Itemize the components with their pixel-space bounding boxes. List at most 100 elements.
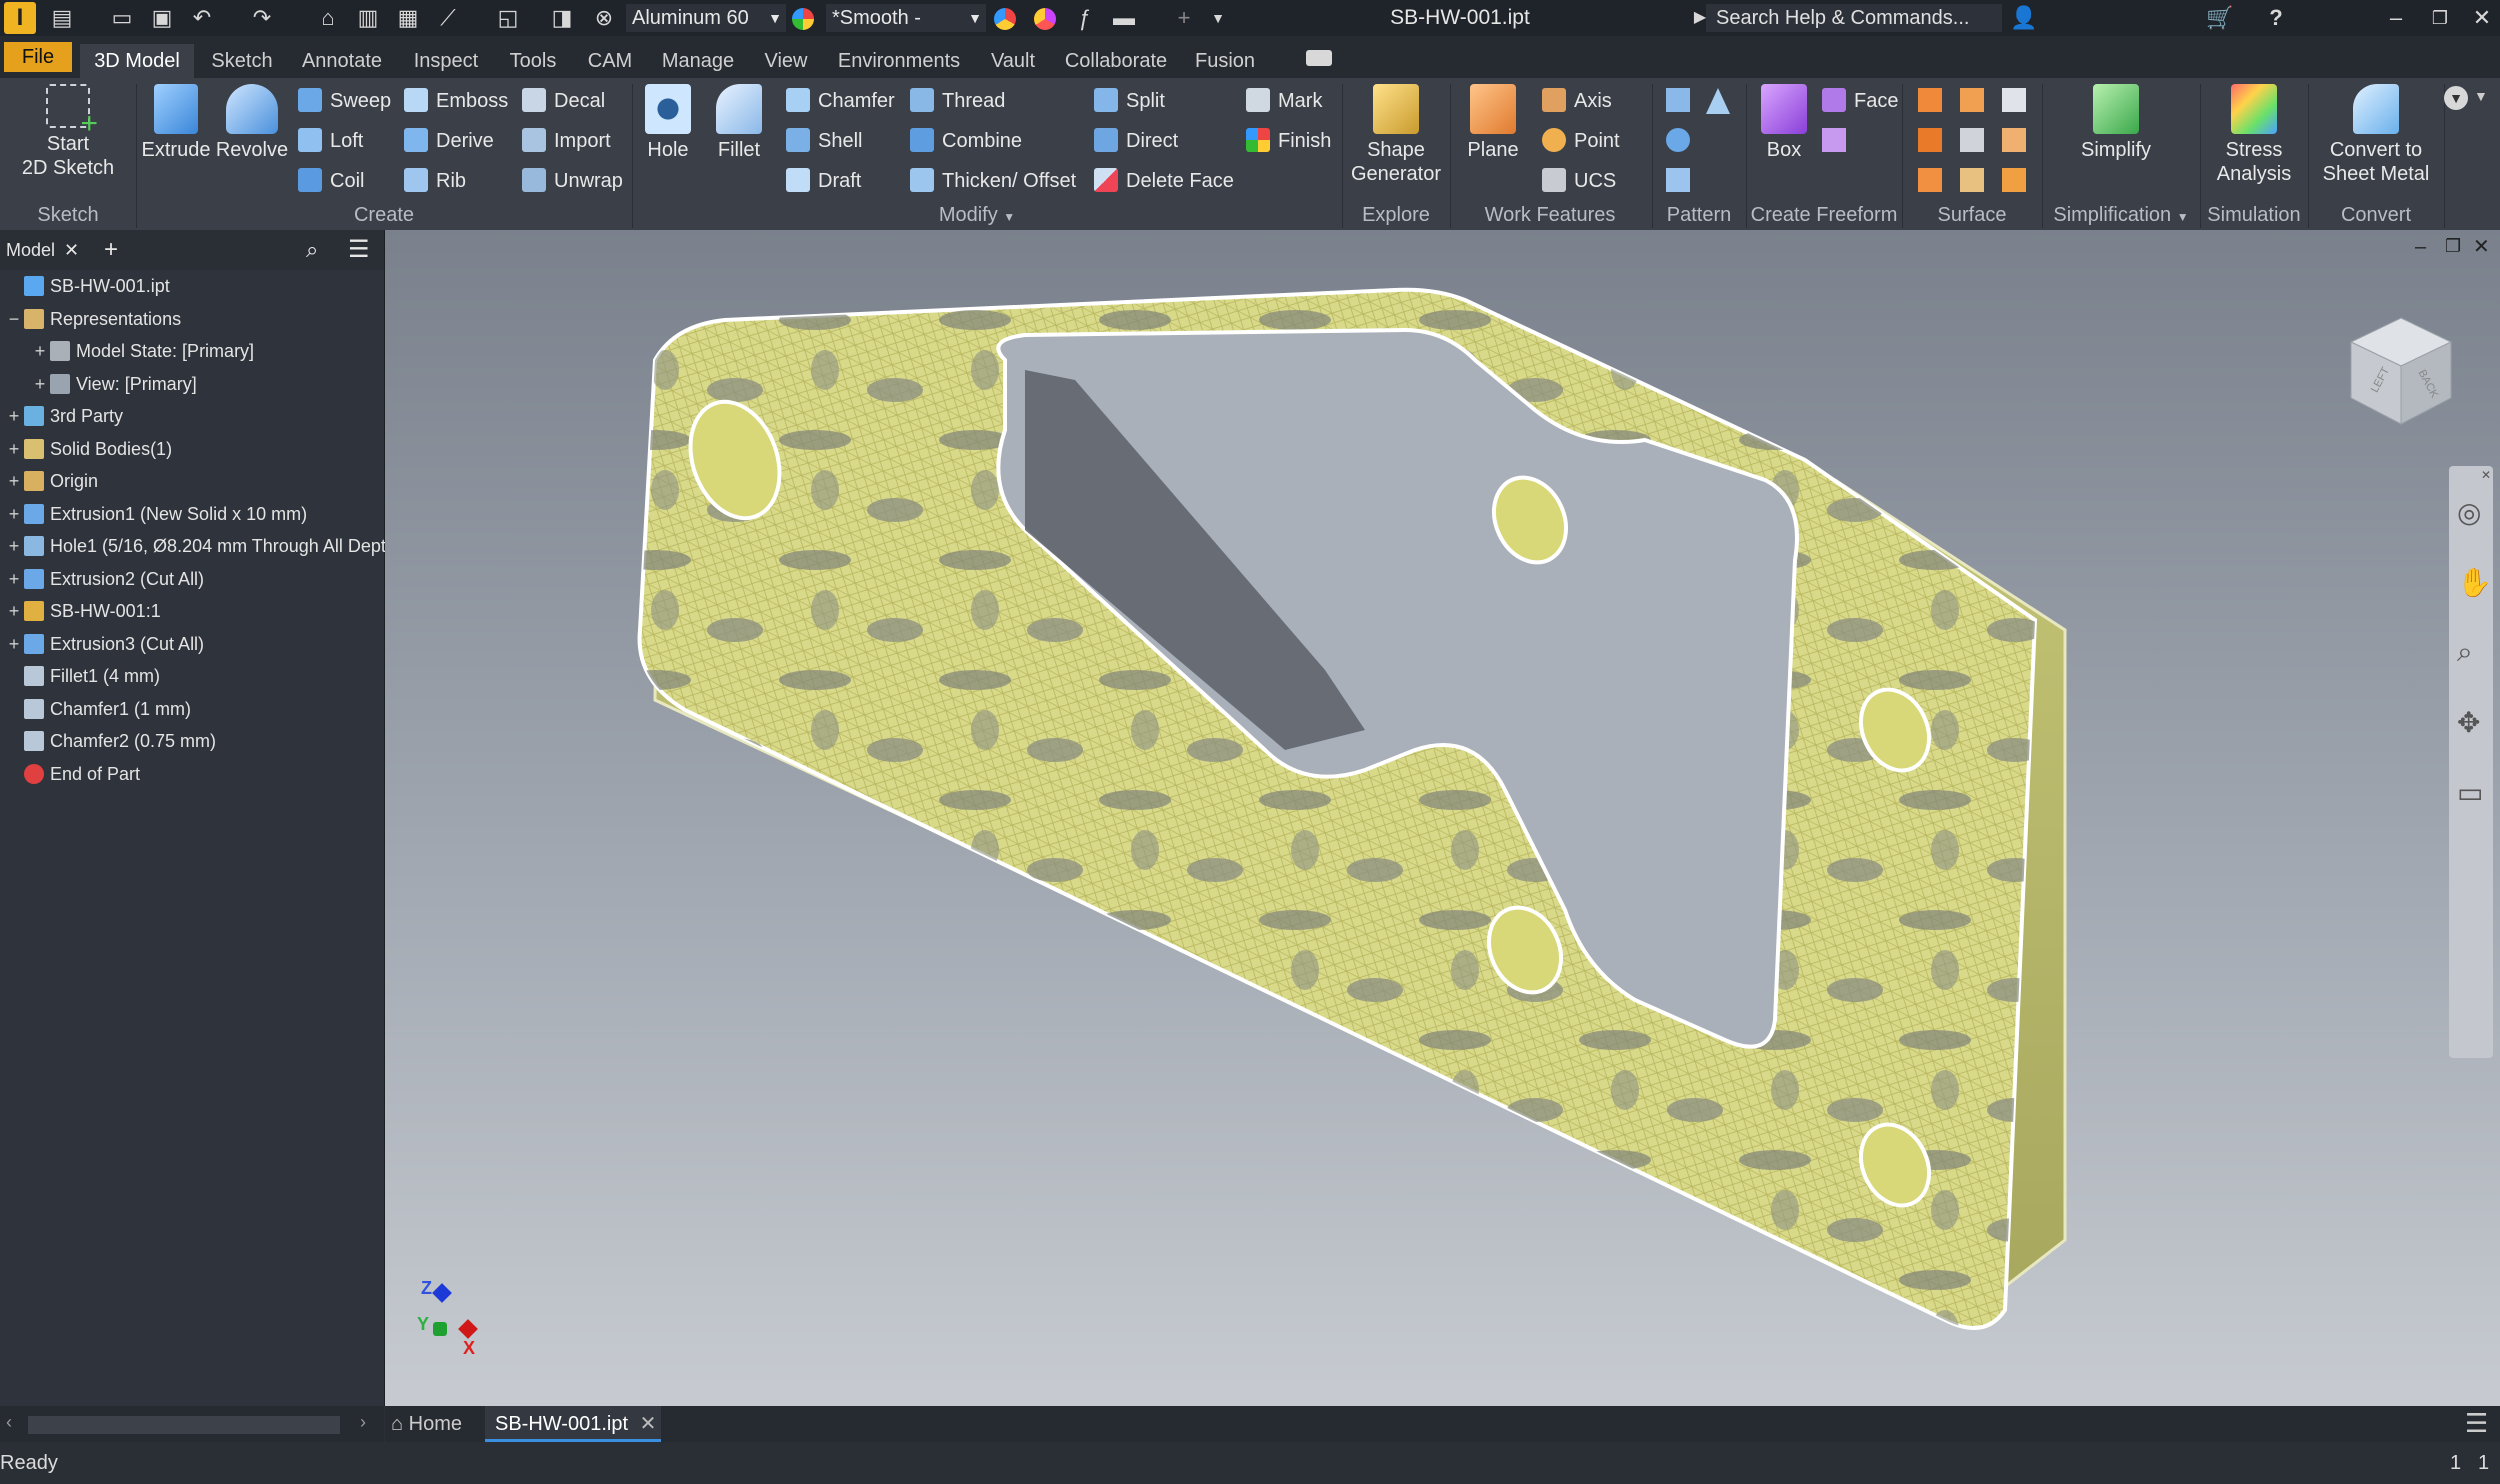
measure-tool-icon[interactable]: ▬: [1112, 6, 1136, 30]
pan-hand-icon[interactable]: ✋: [2457, 566, 2492, 599]
tab-file[interactable]: File: [4, 42, 72, 72]
sweep-button[interactable]: Sweep: [298, 84, 391, 118]
app-logo[interactable]: I: [4, 2, 36, 34]
extrude-button[interactable]: Extrude: [140, 84, 212, 162]
material-ball-icon[interactable]: ⊗: [592, 6, 616, 30]
browser-node[interactable]: + Extrusion3 (Cut All): [0, 628, 204, 660]
ribbon-display-icon[interactable]: [1306, 50, 1332, 66]
expand-icon[interactable]: +: [4, 400, 24, 432]
coil-button[interactable]: Coil: [298, 164, 364, 198]
close-icon[interactable]: ✕: [2470, 6, 2494, 30]
expand-icon[interactable]: +: [4, 563, 24, 595]
shell-button[interactable]: Shell: [786, 124, 862, 158]
convert-to-sheet-metal-button[interactable]: Convert to Sheet Metal: [2312, 84, 2440, 186]
measure-icon[interactable]: ⟋: [436, 6, 460, 30]
browser-node[interactable]: + Extrusion2 (Cut All): [0, 563, 204, 595]
split-button[interactable]: Split: [1094, 84, 1165, 118]
shape-generator-button[interactable]: Shape Generator: [1346, 84, 1446, 186]
menu-icon[interactable]: ☰: [2465, 1408, 2488, 1439]
steering-wheel-icon[interactable]: ◎: [2457, 496, 2481, 529]
restore-icon[interactable]: ❐: [2428, 6, 2452, 30]
browser-node[interactable]: + View: [Primary]: [0, 368, 197, 400]
close-icon[interactable]: ✕: [2473, 234, 2490, 259]
chamfer-button[interactable]: Chamfer: [786, 84, 895, 118]
sculpt-icon[interactable]: [1960, 88, 1984, 112]
ribbon-options-icon[interactable]: ▼: [2444, 86, 2468, 110]
scrollbar-thumb[interactable]: [28, 1416, 340, 1434]
thicken-offset-button[interactable]: Thicken/ Offset: [910, 164, 1076, 198]
freeform-face-button[interactable]: Face: [1822, 84, 1898, 118]
revolve-button[interactable]: Revolve: [214, 84, 290, 162]
graphics-viewport[interactable]: LEFT BACK – ❐ ✕ ✕ ◎ ✋ ⌕ ✥ ▭ Z Y X: [385, 230, 2500, 1406]
sketch-pattern-icon[interactable]: [1666, 168, 1690, 192]
open-folder-icon[interactable]: ▭: [110, 6, 134, 30]
view-cube[interactable]: LEFT BACK: [2345, 312, 2457, 432]
restore-icon[interactable]: ❐: [2445, 236, 2461, 257]
chevron-down-icon[interactable]: ▼: [2474, 88, 2488, 104]
orbit-icon[interactable]: ✥: [2457, 706, 2480, 739]
adjust-appearance-icon[interactable]: [994, 8, 1016, 30]
customize-chevron-icon[interactable]: ▼: [1206, 6, 1230, 30]
browser-node[interactable]: + SB-HW-001:1: [0, 595, 161, 627]
scroll-right-icon[interactable]: ›: [360, 1412, 366, 1433]
loft-button[interactable]: Loft: [298, 124, 363, 158]
expand-icon[interactable]: +: [4, 595, 24, 627]
repair-bodies-icon[interactable]: [2002, 168, 2026, 192]
close-icon[interactable]: ✕: [640, 1413, 657, 1435]
browser-node[interactable]: + Hole1 (5/16, Ø8.204 mm Through All Dept: [0, 530, 386, 562]
start-2d-sketch-button[interactable]: + Start 2D Sketch: [8, 84, 128, 180]
tab-vault[interactable]: Vault: [980, 44, 1046, 78]
tab-sketch[interactable]: Sketch: [200, 44, 284, 78]
stitch-icon[interactable]: [1918, 88, 1942, 112]
tab-inspect[interactable]: Inspect: [404, 44, 488, 78]
decal-button[interactable]: Decal: [522, 84, 605, 118]
expand-icon[interactable]: +: [30, 335, 50, 367]
browser-node[interactable]: +3rd Party: [0, 400, 123, 432]
browser-node[interactable]: End of Part: [0, 758, 140, 790]
patch-icon[interactable]: [2002, 88, 2026, 112]
point-button[interactable]: Point: [1542, 124, 1620, 158]
document-tab-active[interactable]: SB-HW-001.ipt ✕: [485, 1406, 661, 1442]
minimize-icon[interactable]: –: [2415, 236, 2426, 259]
add-icon[interactable]: +: [104, 230, 118, 270]
browser-node[interactable]: + Origin: [0, 465, 98, 497]
ucs-button[interactable]: UCS: [1542, 164, 1616, 198]
search-input[interactable]: Search Help & Commands...: [1706, 4, 2002, 32]
undo-icon[interactable]: ↶: [190, 6, 214, 30]
user-account-icon[interactable]: 👤: [2010, 6, 2037, 30]
search-icon[interactable]: ⌕: [306, 230, 318, 270]
expand-icon[interactable]: +: [4, 498, 24, 530]
simplify-button[interactable]: Simplify: [2064, 84, 2168, 162]
material-dropdown[interactable]: Aluminum 60 ▼: [626, 4, 786, 32]
tab-manage[interactable]: Manage: [652, 44, 744, 78]
tab-tools[interactable]: Tools: [500, 44, 566, 78]
tab-collaborate[interactable]: Collaborate: [1058, 44, 1174, 78]
browser-tab-model[interactable]: Model: [6, 230, 55, 270]
redo-icon[interactable]: ↷: [250, 6, 274, 30]
browser-horizontal-scrollbar[interactable]: ‹ ›: [0, 1406, 384, 1442]
thread-button[interactable]: Thread: [910, 84, 1005, 118]
browser-node[interactable]: Chamfer2 (0.75 mm): [0, 725, 216, 757]
home-tab[interactable]: ⌂ Home: [391, 1406, 462, 1442]
parameters-fx-icon[interactable]: ƒ: [1072, 6, 1096, 30]
browser-node[interactable]: + Model State: [Primary]: [0, 335, 254, 367]
tab-cam[interactable]: CAM: [580, 44, 640, 78]
save-icon[interactable]: ▣: [150, 6, 174, 30]
group-label-modify[interactable]: Modify ▼: [632, 202, 1322, 228]
combine-button[interactable]: Combine: [910, 124, 1022, 158]
help-icon[interactable]: ?: [2264, 6, 2288, 30]
update-icon[interactable]: ◨: [550, 6, 574, 30]
cart-icon[interactable]: 🛒: [2206, 6, 2233, 30]
close-icon[interactable]: ✕: [2481, 468, 2491, 482]
tab-environments[interactable]: Environments: [830, 44, 968, 78]
axis-button[interactable]: Axis: [1542, 84, 1612, 118]
freeform-convert-icon[interactable]: [1822, 128, 1846, 152]
hole-button[interactable]: Hole: [636, 84, 700, 162]
derive-button[interactable]: Derive: [404, 124, 494, 158]
tab-view[interactable]: View: [756, 44, 816, 78]
finish-button[interactable]: Finish: [1246, 124, 1331, 158]
trim-icon[interactable]: [1918, 128, 1942, 152]
browser-node[interactable]: + Extrusion1 (New Solid x 10 mm): [0, 498, 307, 530]
zoom-icon[interactable]: ⌕: [2457, 636, 2473, 669]
tab-3d-model[interactable]: 3D Model: [80, 44, 194, 78]
